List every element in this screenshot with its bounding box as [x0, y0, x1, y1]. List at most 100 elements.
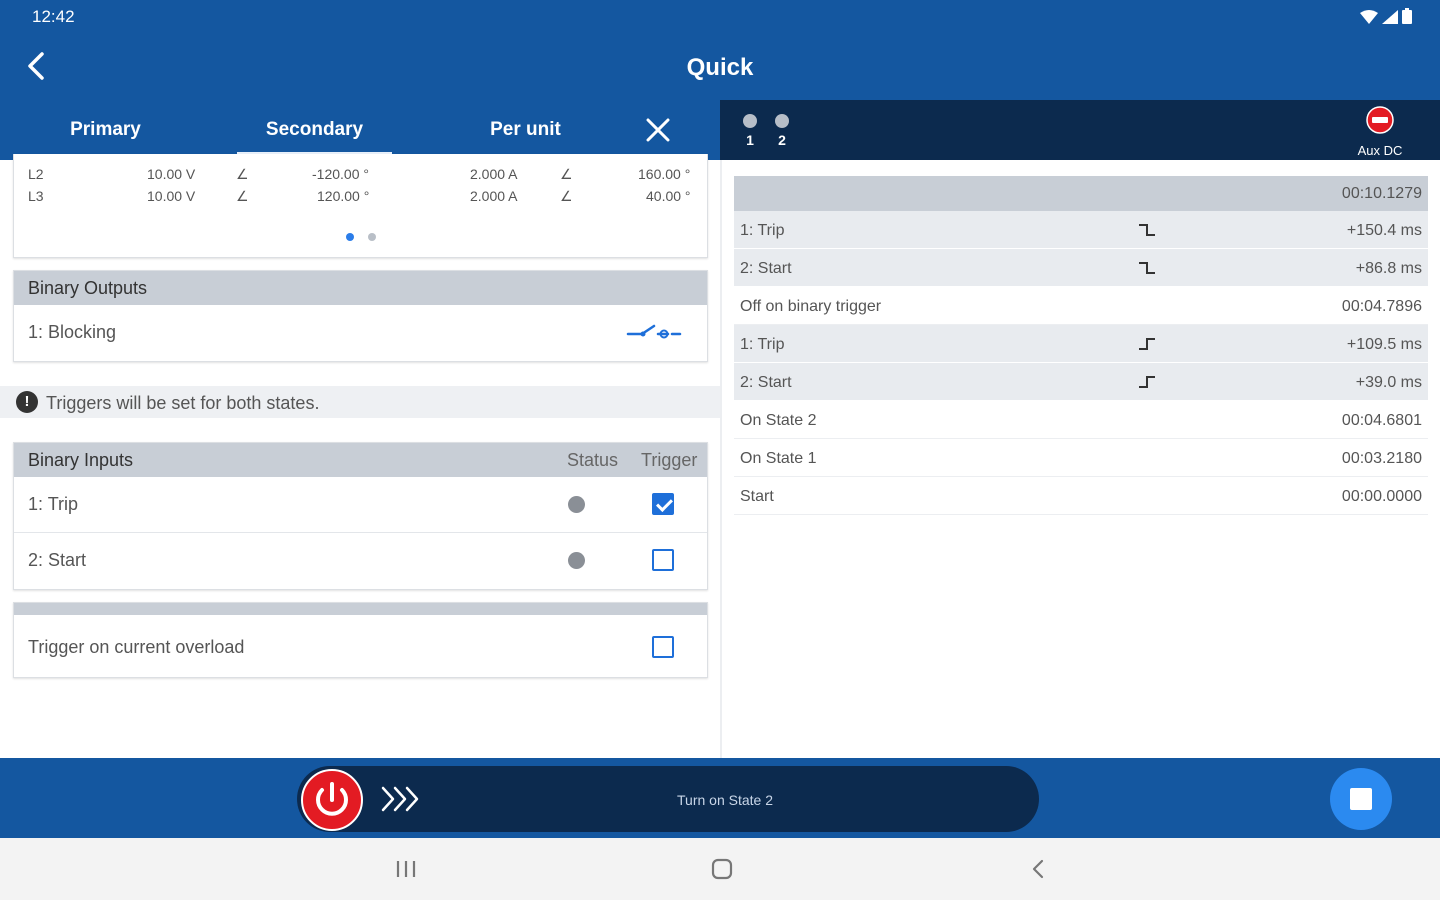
- aux-dc-button[interactable]: Aux DC: [1350, 106, 1410, 158]
- home-icon[interactable]: [710, 858, 734, 880]
- binary-input-row-trip: 1: Trip: [14, 477, 707, 532]
- recents-icon[interactable]: [394, 858, 418, 880]
- binary-outputs-title: Binary Outputs: [14, 271, 707, 305]
- trigger-column-header: Trigger: [641, 450, 698, 470]
- page-title: Quick: [686, 54, 754, 81]
- state-dot: [775, 114, 789, 128]
- tab-bar: Primary Secondary Per unit: [0, 100, 720, 160]
- wifi-icon: [1360, 10, 1378, 24]
- state-bar: 1 2 Aux DC: [720, 100, 1440, 160]
- page-indicator[interactable]: [346, 233, 376, 241]
- overload-row: Trigger on current overload: [14, 615, 707, 678]
- overload-card-header: [14, 603, 707, 615]
- left-panel: L2 10.00 V ∠ -120.00 ° 2.000 A ∠ 160.00 …: [0, 154, 720, 758]
- event-row: On State 1 00:03.2180: [734, 439, 1428, 477]
- aux-dc-off-icon: [1366, 106, 1394, 134]
- phasor-voltage: 10.00 V: [147, 166, 196, 182]
- overload-checkbox[interactable]: [652, 636, 674, 658]
- event-log-rows: 1: Trip +150.4 ms 2: Start +86.8 ms Off …: [734, 211, 1428, 515]
- event-row: On State 2 00:04.6801: [734, 401, 1428, 439]
- event-row: 2: Start +86.8 ms: [734, 249, 1428, 287]
- event-name: 2: Start: [740, 374, 792, 391]
- event-value: 00:00.0000: [1341, 488, 1422, 505]
- info-icon: !: [16, 391, 38, 413]
- event-row: 1: Trip +150.4 ms: [734, 211, 1428, 249]
- overload-card: Trigger on current overload: [13, 602, 708, 678]
- binary-input-row-start: 2: Start: [14, 532, 707, 587]
- system-icons: [1360, 8, 1412, 24]
- chevrons-right-icon[interactable]: [379, 782, 425, 816]
- slider-label: Turn on State 2: [677, 792, 773, 808]
- tab-per-unit[interactable]: Per unit: [448, 100, 603, 160]
- phasor-current: 2.000 A: [470, 188, 518, 204]
- status-time: 12:42: [32, 7, 75, 26]
- event-name: Start: [740, 488, 774, 505]
- event-row: Off on binary trigger 00:04.7896: [734, 287, 1428, 325]
- control-bar: Turn on State 2: [0, 758, 1440, 838]
- phasor-voltage: 10.00 V: [147, 188, 196, 204]
- switch-open-icon[interactable]: [626, 322, 682, 344]
- binary-inputs-title: Binary Inputs: [28, 450, 134, 470]
- event-value: +109.5 ms: [1346, 336, 1422, 353]
- falling-edge-icon: [1139, 224, 1155, 236]
- binary-inputs-card: Binary Inputs Status Trigger 1: Trip 2: …: [13, 442, 708, 590]
- stop-button[interactable]: [1330, 768, 1392, 830]
- panel-divider: [720, 160, 722, 758]
- aux-dc-label: Aux DC: [1357, 143, 1403, 158]
- binary-input-label: 1: Trip: [28, 494, 79, 514]
- event-name: 2: Start: [740, 260, 792, 277]
- power-icon: [316, 782, 348, 816]
- event-value: 00:04.7896: [1341, 298, 1422, 315]
- event-value: +39.0 ms: [1355, 374, 1422, 391]
- state-dot: [743, 114, 757, 128]
- binary-output-row[interactable]: 1: Blocking: [14, 305, 707, 360]
- trigger-info-banner: ! Triggers will be set for both states.: [0, 386, 720, 418]
- system-nav-bar: [0, 838, 1440, 900]
- event-value: +86.8 ms: [1355, 260, 1422, 277]
- state-slider[interactable]: Turn on State 2: [297, 766, 1039, 832]
- event-name: On State 2: [740, 412, 817, 429]
- event-name: On State 1: [740, 450, 817, 467]
- phasor-v-angle: 120.00 °: [317, 188, 370, 204]
- close-icon: [646, 118, 670, 142]
- state-indicator-1[interactable]: 1: [740, 114, 760, 148]
- phasor-v-angle: -120.00 °: [312, 166, 369, 182]
- phasor-table[interactable]: L2 10.00 V ∠ -120.00 ° 2.000 A ∠ 160.00 …: [13, 154, 708, 258]
- state-number: 1: [746, 132, 754, 148]
- state-indicator-2[interactable]: 2: [772, 114, 792, 148]
- phasor-i-angle: 160.00 °: [638, 166, 691, 182]
- binary-output-label: 1: Blocking: [28, 322, 117, 342]
- binary-outputs-card: Binary Outputs 1: Blocking: [13, 270, 708, 362]
- event-value: 00:04.6801: [1341, 412, 1422, 429]
- signal-icon: [1382, 10, 1398, 24]
- nav-back-icon[interactable]: [1026, 858, 1050, 880]
- power-button[interactable]: [301, 769, 363, 831]
- page-dot-active: [346, 233, 354, 241]
- event-name: Off on binary trigger: [740, 298, 882, 315]
- app-bar: Quick: [0, 34, 1440, 100]
- close-button[interactable]: [640, 112, 676, 148]
- rising-edge-icon: [1139, 376, 1155, 388]
- event-name: 1: Trip: [740, 222, 785, 239]
- rising-edge-icon: [1139, 338, 1155, 350]
- total-time: 00:10.1279: [1341, 185, 1422, 202]
- phasor-i-angle: 40.00 °: [646, 188, 691, 204]
- trigger-checkbox-trip[interactable]: [652, 493, 674, 515]
- battery-icon: [1402, 8, 1412, 24]
- status-column-header: Status: [567, 450, 619, 470]
- trigger-checkbox-start[interactable]: [652, 549, 674, 571]
- tab-primary[interactable]: Primary: [28, 100, 183, 160]
- status-indicator: [568, 496, 585, 513]
- binary-input-label: 2: Start: [28, 550, 87, 570]
- binary-inputs-header: Binary Inputs Status Trigger: [14, 443, 707, 477]
- falling-edge-icon: [1139, 262, 1155, 274]
- event-log[interactable]: 00:10.1279 1: Trip +150.4 ms 2: Start +8…: [734, 176, 1428, 515]
- status-indicator: [568, 552, 585, 569]
- event-row: 1: Trip +109.5 ms: [734, 325, 1428, 363]
- angle-icon: ∠: [236, 188, 249, 204]
- event-row: 2: Start +39.0 ms: [734, 363, 1428, 401]
- phasor-phase: L3: [28, 188, 44, 204]
- event-name: 1: Trip: [740, 336, 785, 353]
- tab-secondary[interactable]: Secondary: [237, 100, 392, 160]
- event-value: 00:03.2180: [1341, 450, 1422, 467]
